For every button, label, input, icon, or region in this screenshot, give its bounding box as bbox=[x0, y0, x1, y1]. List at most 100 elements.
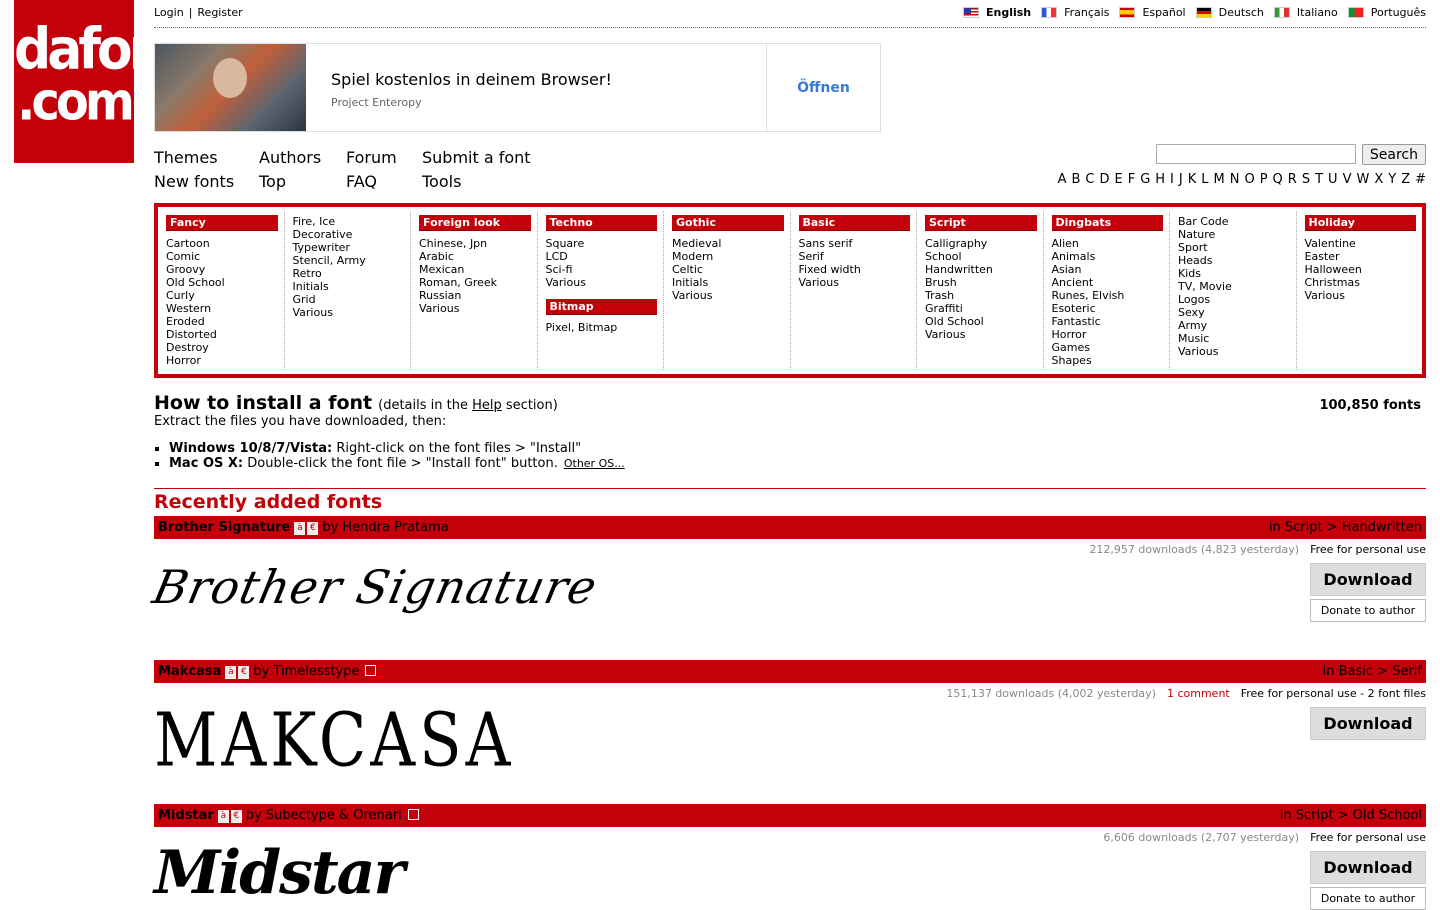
alphabet-letter[interactable]: O bbox=[1244, 172, 1254, 187]
lang-english[interactable]: English bbox=[962, 6, 1031, 19]
alphabet-letter[interactable]: G bbox=[1140, 172, 1150, 187]
category-item[interactable]: Initials bbox=[293, 280, 405, 293]
category-item[interactable]: Russian bbox=[419, 289, 531, 302]
alphabet-letter[interactable]: R bbox=[1288, 172, 1297, 187]
alphabet-letter[interactable]: J bbox=[1179, 172, 1183, 187]
author-link[interactable]: by Subectype & Orenari bbox=[246, 808, 402, 823]
category-item[interactable]: Groovy bbox=[166, 263, 278, 276]
alphabet-letter[interactable]: W bbox=[1356, 172, 1369, 187]
category-item[interactable]: Sexy bbox=[1178, 306, 1290, 319]
lang-portugues[interactable]: Português bbox=[1347, 6, 1426, 19]
alphabet-letter[interactable]: E bbox=[1114, 172, 1122, 187]
category-heading[interactable]: Techno bbox=[545, 215, 657, 231]
category-item[interactable]: Western bbox=[166, 302, 278, 315]
category-item[interactable]: School bbox=[925, 250, 1037, 263]
nav-faq[interactable]: FAQ bbox=[346, 172, 377, 191]
category-item[interactable]: Halloween bbox=[1305, 263, 1417, 276]
category-item[interactable]: Runes, Elvish bbox=[1052, 289, 1164, 302]
category-item[interactable]: Music bbox=[1178, 332, 1290, 345]
category-item[interactable]: Graffiti bbox=[925, 302, 1037, 315]
category-heading[interactable]: Foreign look bbox=[419, 215, 531, 231]
alphabet-letter[interactable]: U bbox=[1328, 172, 1338, 187]
category-heading[interactable]: Gothic bbox=[672, 215, 784, 231]
category-item[interactable]: Arabic bbox=[419, 250, 531, 263]
alphabet-letter[interactable]: Q bbox=[1273, 172, 1283, 187]
category-item[interactable]: Asian bbox=[1052, 263, 1164, 276]
category-item[interactable]: Grid bbox=[293, 293, 405, 306]
nav-top[interactable]: Top bbox=[259, 172, 286, 191]
download-button[interactable]: Download bbox=[1310, 563, 1426, 596]
category-heading[interactable]: Script bbox=[925, 215, 1037, 231]
category-item[interactable]: Comic bbox=[166, 250, 278, 263]
alphabet-letter[interactable]: L bbox=[1201, 172, 1208, 187]
author-link[interactable]: by Timelesstype bbox=[253, 664, 359, 679]
category-heading[interactable]: Bitmap bbox=[545, 299, 657, 315]
category-item[interactable]: Animals bbox=[1052, 250, 1164, 263]
category-item[interactable]: Destroy bbox=[166, 341, 278, 354]
category-heading[interactable]: Fancy bbox=[166, 215, 278, 231]
alphabet-letter[interactable]: K bbox=[1188, 172, 1197, 187]
nav-new-fonts[interactable]: New fonts bbox=[154, 172, 234, 191]
author-link[interactable]: by Hendra Pratama bbox=[322, 520, 448, 535]
category-item[interactable]: Eroded bbox=[166, 315, 278, 328]
category-item[interactable]: Stencil, Army bbox=[293, 254, 405, 267]
category-item[interactable]: LCD bbox=[546, 250, 658, 263]
category-item[interactable]: Sci-fi bbox=[546, 263, 658, 276]
category-item[interactable]: Fire, Ice bbox=[293, 215, 405, 228]
lang-francais[interactable]: Français bbox=[1041, 6, 1109, 19]
category-item[interactable]: Various bbox=[293, 306, 405, 319]
nav-submit-font[interactable]: Submit a font bbox=[422, 148, 531, 167]
alphabet-letter[interactable]: # bbox=[1415, 172, 1426, 187]
font-preview-image[interactable]: Brother Signature bbox=[148, 560, 602, 614]
alphabet-letter[interactable]: M bbox=[1214, 172, 1225, 187]
category-item[interactable]: Various bbox=[1178, 345, 1290, 358]
nav-themes[interactable]: Themes bbox=[154, 148, 218, 167]
category-item[interactable]: Chinese, Jpn bbox=[419, 237, 531, 250]
category-item[interactable]: Retro bbox=[293, 267, 405, 280]
category-item[interactable]: Nature bbox=[1178, 228, 1290, 241]
category-item[interactable]: Various bbox=[799, 276, 911, 289]
alphabet-letter[interactable]: D bbox=[1099, 172, 1109, 187]
category-item[interactable]: Various bbox=[419, 302, 531, 315]
donate-button[interactable]: Donate to author bbox=[1310, 599, 1426, 622]
font-name-link[interactable]: Brother Signature bbox=[158, 520, 290, 535]
category-item[interactable]: Alien bbox=[1052, 237, 1164, 250]
category-heading[interactable]: Dingbats bbox=[1051, 215, 1163, 231]
alphabet-letter[interactable]: Z bbox=[1401, 172, 1410, 187]
download-button[interactable]: Download bbox=[1310, 707, 1426, 740]
category-item[interactable]: Square bbox=[546, 237, 658, 250]
category-item[interactable]: Curly bbox=[166, 289, 278, 302]
category-item[interactable]: Various bbox=[546, 276, 658, 289]
category-item[interactable]: Medieval bbox=[672, 237, 784, 250]
category-item[interactable]: Sport bbox=[1178, 241, 1290, 254]
font-preview-image[interactable]: Midstar bbox=[154, 838, 405, 908]
category-item[interactable]: Easter bbox=[1305, 250, 1417, 263]
download-button[interactable]: Download bbox=[1310, 851, 1426, 884]
category-item[interactable]: Pixel, Bitmap bbox=[546, 321, 658, 334]
category-item[interactable]: Horror bbox=[1052, 328, 1164, 341]
category-item[interactable]: Heads bbox=[1178, 254, 1290, 267]
register-link[interactable]: Register bbox=[197, 6, 242, 19]
category-item[interactable]: Sans serif bbox=[799, 237, 911, 250]
category-item[interactable]: Esoteric bbox=[1052, 302, 1164, 315]
external-link-icon[interactable] bbox=[365, 665, 377, 676]
category-item[interactable]: Various bbox=[925, 328, 1037, 341]
login-link[interactable]: Login bbox=[154, 6, 184, 19]
alphabet-letter[interactable]: H bbox=[1155, 172, 1165, 187]
alphabet-letter[interactable]: Y bbox=[1388, 172, 1396, 187]
category-item[interactable]: Christmas bbox=[1305, 276, 1417, 289]
category-item[interactable]: Cartoon bbox=[166, 237, 278, 250]
font-category-link[interactable]: in Script > Handwritten bbox=[1269, 516, 1422, 539]
alphabet-letter[interactable]: F bbox=[1128, 172, 1135, 187]
lang-espanol[interactable]: Español bbox=[1119, 6, 1186, 19]
category-item[interactable]: Games bbox=[1052, 341, 1164, 354]
dafont-logo[interactable]: dafont .com bbox=[14, 0, 134, 163]
alphabet-letter[interactable]: P bbox=[1260, 172, 1268, 187]
search-button[interactable]: Search bbox=[1361, 144, 1426, 165]
donate-button[interactable]: Donate to author bbox=[1310, 887, 1426, 910]
category-item[interactable]: Mexican bbox=[419, 263, 531, 276]
category-item[interactable]: Decorative bbox=[293, 228, 405, 241]
category-item[interactable]: Typewriter bbox=[293, 241, 405, 254]
category-item[interactable]: Celtic bbox=[672, 263, 784, 276]
category-item[interactable]: Fixed width bbox=[799, 263, 911, 276]
